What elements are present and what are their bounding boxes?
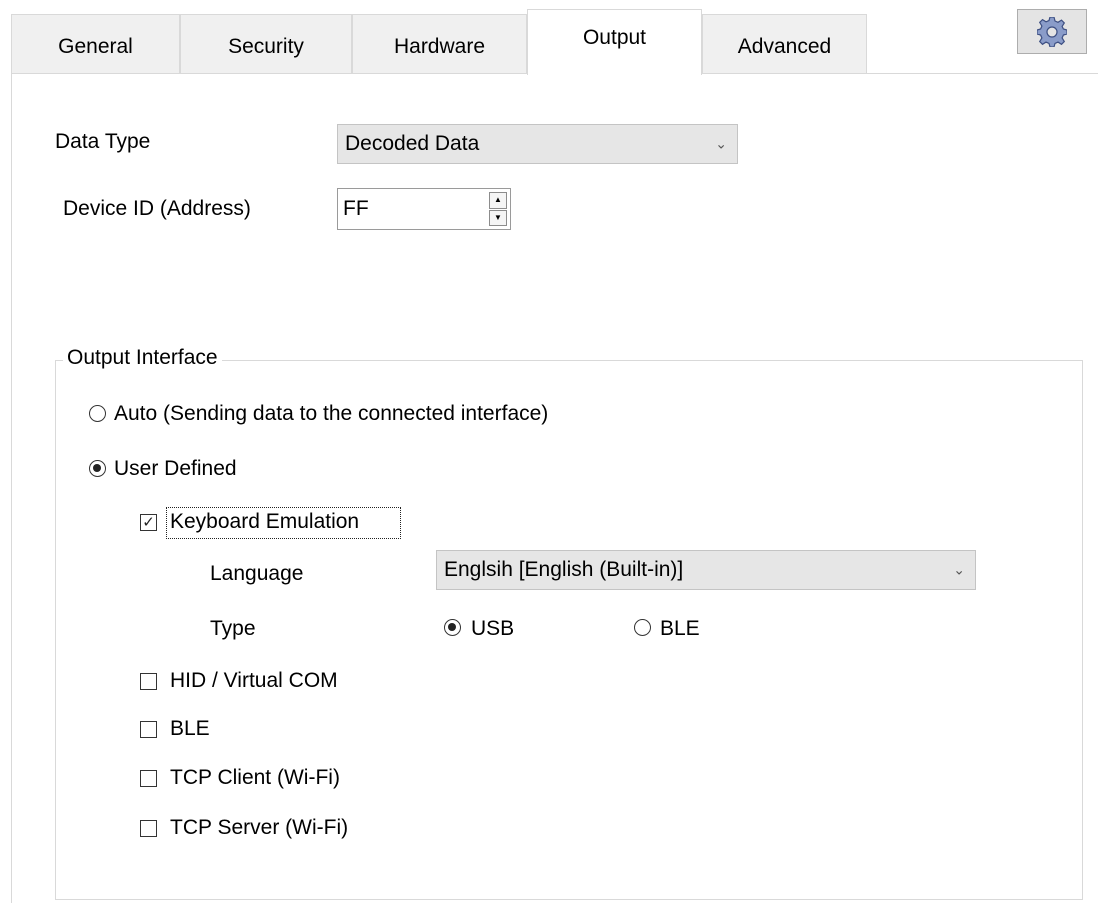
tcp-client-checkbox[interactable] [140, 770, 157, 787]
type-label: Type [210, 617, 256, 640]
type-usb-label[interactable]: USB [471, 617, 514, 641]
tcp-server-checkbox[interactable] [140, 820, 157, 837]
ble-label[interactable]: BLE [170, 717, 210, 741]
stepper-buttons: ▲ ▼ [489, 192, 507, 226]
tab-hardware-label: Hardware [393, 34, 486, 58]
tab-general-label: General [58, 34, 133, 58]
tab-general[interactable]: General [11, 14, 180, 74]
spin-down-button[interactable]: ▼ [489, 209, 507, 226]
hid-virtual-com-label[interactable]: HID / Virtual COM [170, 669, 338, 693]
tab-output[interactable]: Output [527, 9, 702, 75]
tcp-client-label[interactable]: TCP Client (Wi-Fi) [170, 766, 340, 790]
tab-output-label: Output [582, 25, 647, 49]
device-id-stepper[interactable]: FF ▲ ▼ [337, 188, 511, 230]
tcp-server-label[interactable]: TCP Server (Wi-Fi) [170, 816, 348, 840]
tab-security-label: Security [228, 34, 304, 58]
data-type-value: Decoded Data [345, 132, 480, 155]
type-ble-radio[interactable] [634, 619, 651, 636]
type-ble-label[interactable]: BLE [660, 617, 700, 641]
keyboard-emulation-checkbox[interactable]: ✓ [140, 514, 157, 531]
arrow-up-icon: ▲ [494, 195, 502, 205]
hid-virtual-com-checkbox[interactable] [140, 673, 157, 690]
data-type-select[interactable]: Decoded Data ⌄ [337, 124, 738, 164]
arrow-down-icon: ▼ [494, 212, 502, 222]
panel-border [11, 73, 12, 903]
type-usb-radio[interactable] [444, 619, 461, 636]
tab-security[interactable]: Security [180, 14, 352, 74]
device-id-label: Device ID (Address) [63, 197, 251, 220]
auto-radio-label[interactable]: Auto (Sending data to the connected inte… [114, 402, 548, 426]
language-value: Englsih [English (Built-in)] [444, 558, 684, 581]
checkmark-icon: ✓ [142, 514, 155, 531]
tab-hardware[interactable]: Hardware [352, 14, 527, 74]
device-id-value: FF [343, 197, 369, 220]
output-interface-title: Output Interface [63, 346, 222, 370]
chevron-down-icon: ⌄ [715, 135, 727, 152]
keyboard-emulation-label[interactable]: Keyboard Emulation [170, 510, 359, 534]
ble-checkbox[interactable] [140, 721, 157, 738]
tab-advanced-label: Advanced [737, 34, 832, 58]
chevron-down-icon: ⌄ [953, 561, 965, 578]
user-defined-radio[interactable] [89, 460, 106, 477]
language-select[interactable]: Englsih [English (Built-in)] ⌄ [436, 550, 976, 590]
tab-strip: General Security Hardware Output Advance… [0, 0, 1098, 75]
user-defined-radio-label[interactable]: User Defined [114, 457, 237, 481]
tab-advanced[interactable]: Advanced [702, 14, 867, 74]
gear-icon [1037, 16, 1067, 47]
settings-button[interactable] [1017, 9, 1087, 54]
spin-up-button[interactable]: ▲ [489, 192, 507, 209]
language-label: Language [210, 562, 304, 585]
auto-radio[interactable] [89, 405, 106, 422]
data-type-label: Data Type [55, 130, 151, 153]
